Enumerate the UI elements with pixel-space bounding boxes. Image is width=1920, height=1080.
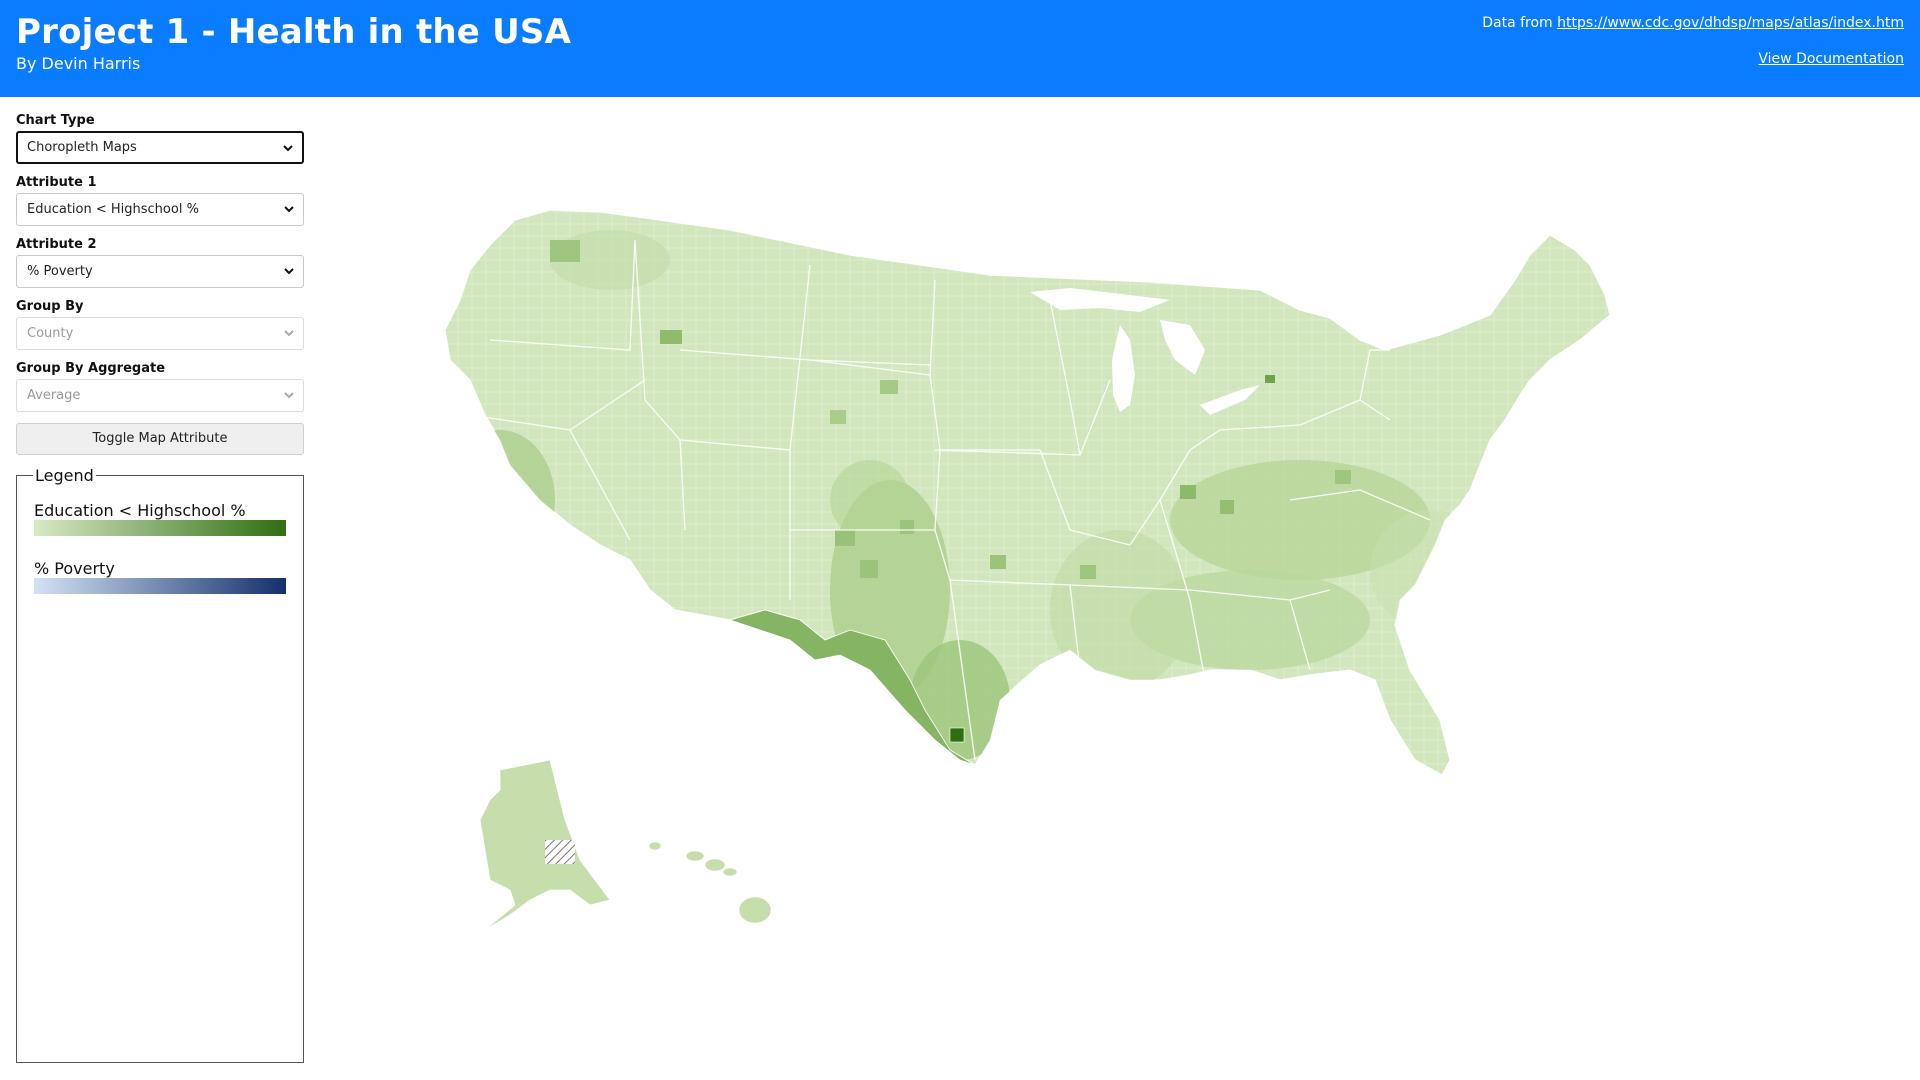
legend-title: Legend [33, 466, 96, 485]
group-by-aggregate-select[interactable]: Average [16, 379, 304, 412]
legend-panel: Legend Education < Highschool % % Povert… [16, 466, 304, 1063]
hawaii[interactable] [648, 841, 772, 924]
data-source-link[interactable]: https://www.cdc.gov/dhdsp/maps/atlas/ind… [1557, 15, 1904, 31]
chart-type-select[interactable]: Choropleth Maps [16, 131, 304, 164]
chevron-down-icon [282, 142, 294, 154]
group-by-label: Group By [16, 299, 84, 314]
view-documentation-link[interactable]: View Documentation [1758, 51, 1904, 67]
app-header: Project 1 - Health in the USA By Devin H… [0, 0, 1920, 97]
no-data-region [545, 840, 575, 864]
group-by-aggregate-label: Group By Aggregate [16, 361, 166, 376]
data-source-prefix: Data from [1482, 15, 1558, 31]
chevron-down-icon [283, 203, 295, 215]
alaska[interactable] [479, 759, 611, 931]
legend-label-poverty: % Poverty [34, 559, 115, 578]
legend-label-education: Education < Highschool % [34, 501, 246, 520]
chevron-down-icon [283, 327, 295, 339]
chevron-down-icon [283, 265, 295, 277]
attribute2-value: % Poverty [27, 264, 93, 279]
data-source: Data from https://www.cdc.gov/dhdsp/maps… [1482, 15, 1904, 31]
toggle-map-attribute-button[interactable]: Toggle Map Attribute [16, 423, 304, 455]
group-by-select[interactable]: County [16, 317, 304, 350]
chart-type-value: Choropleth Maps [27, 140, 137, 155]
county-shading [445, 210, 1610, 775]
attribute1-label: Attribute 1 [16, 175, 97, 190]
chart-type-label: Chart Type [16, 113, 95, 128]
attribute1-value: Education < Highschool % [27, 202, 199, 217]
author-byline: By Devin Harris [16, 54, 141, 73]
group-by-aggregate-value: Average [27, 388, 81, 403]
legend-gradient-poverty [34, 578, 286, 594]
us-map-svg[interactable] [430, 200, 1720, 960]
choropleth-map[interactable] [430, 200, 1720, 960]
control-panel: Chart Type Choropleth Maps Attribute 1 E… [16, 113, 304, 455]
attribute1-select[interactable]: Education < Highschool % [16, 193, 304, 226]
legend-gradient-education [34, 520, 286, 536]
attribute2-select[interactable]: % Poverty [16, 255, 304, 288]
group-by-value: County [27, 326, 74, 341]
attribute2-label: Attribute 2 [16, 237, 97, 252]
page-title: Project 1 - Health in the USA [16, 12, 572, 52]
chevron-down-icon [283, 389, 295, 401]
darkest-county[interactable] [949, 727, 965, 743]
